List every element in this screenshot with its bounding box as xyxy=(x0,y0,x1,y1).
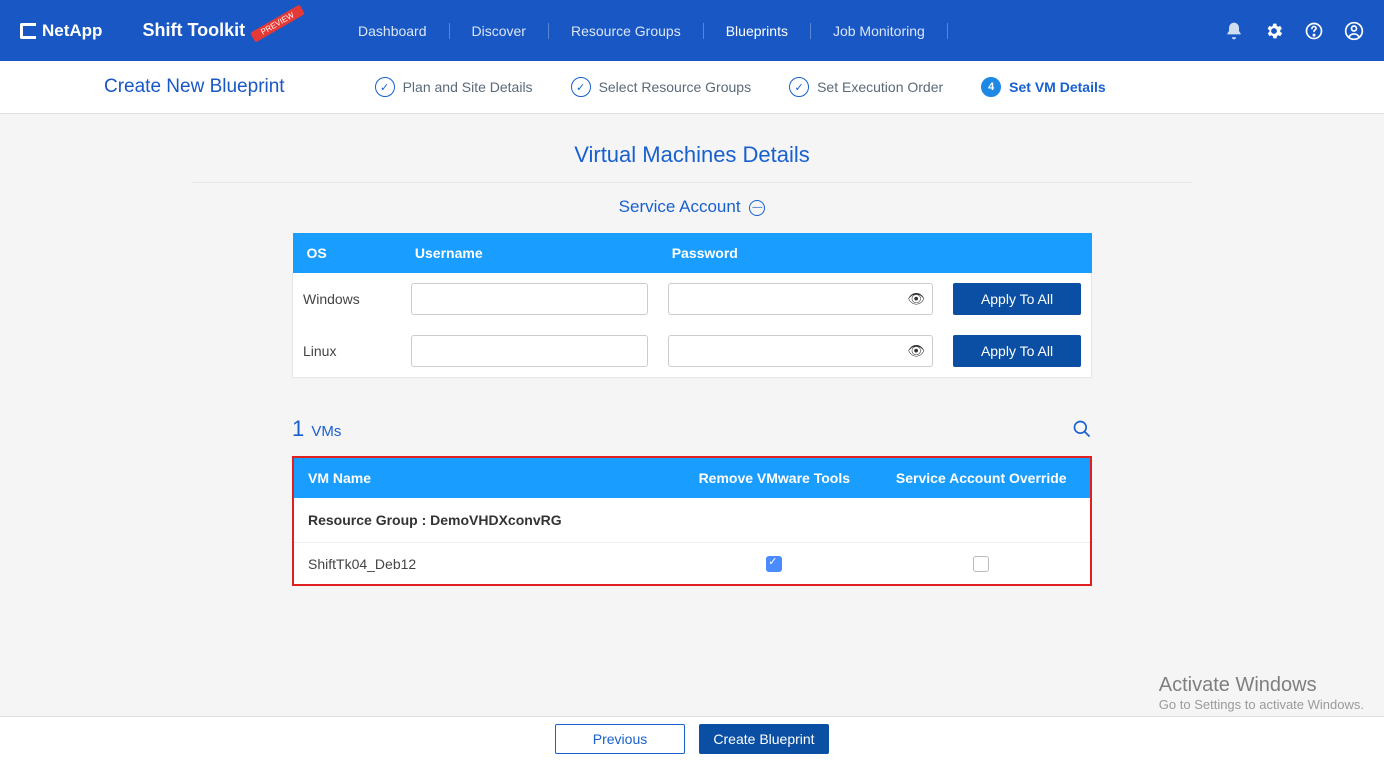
top-bar: NetApp Shift Toolkit PREVIEW Dashboard D… xyxy=(0,0,1384,61)
main-content: Virtual Machines Details Service Account… xyxy=(292,114,1092,606)
topbar-actions xyxy=(1224,21,1364,41)
apply-all-linux-button[interactable]: Apply To All xyxy=(953,335,1081,367)
resource-group-row: Resource Group : DemoVHDXconvRG xyxy=(294,498,1090,543)
page-title: Create New Blueprint xyxy=(104,76,285,98)
col-override: Service Account Override xyxy=(873,458,1090,498)
preview-badge: PREVIEW xyxy=(250,5,305,43)
step-label: Plan and Site Details xyxy=(403,79,533,95)
vm-table: VM Name Remove VMware Tools Service Acco… xyxy=(294,458,1090,584)
step-execution-order[interactable]: ✓ Set Execution Order xyxy=(789,77,943,97)
netapp-logo-icon xyxy=(20,23,36,39)
service-row-windows: Windows 👁 Apply To All xyxy=(293,273,1092,325)
wizard-footer: Previous Create Blueprint xyxy=(0,716,1384,760)
vm-count-row: 1 VMs xyxy=(292,416,1092,442)
section-title: Virtual Machines Details xyxy=(292,142,1092,168)
nav-dashboard[interactable]: Dashboard xyxy=(336,23,450,39)
user-icon[interactable] xyxy=(1344,21,1364,41)
help-icon[interactable] xyxy=(1304,21,1324,41)
subsection-label: Service Account xyxy=(619,197,741,216)
watermark-subtitle: Go to Settings to activate Windows. xyxy=(1159,697,1364,712)
os-label: Windows xyxy=(293,273,401,325)
linux-username-input[interactable] xyxy=(411,335,648,367)
col-vm-name: VM Name xyxy=(294,458,676,498)
check-icon: ✓ xyxy=(375,77,395,97)
brand-logo: NetApp xyxy=(20,21,102,41)
os-label: Linux xyxy=(293,325,401,378)
check-icon: ✓ xyxy=(789,77,809,97)
service-account-table: OS Username Password Windows 👁 Apply To … xyxy=(292,233,1092,378)
wizard-stepper: ✓ Plan and Site Details ✓ Select Resourc… xyxy=(375,77,1106,97)
nav-discover[interactable]: Discover xyxy=(450,23,549,39)
linux-password-input[interactable] xyxy=(668,335,933,367)
bell-icon[interactable] xyxy=(1224,21,1244,41)
windows-activation-watermark: Activate Windows Go to Settings to activ… xyxy=(1159,674,1364,712)
nav-blueprints[interactable]: Blueprints xyxy=(704,23,811,39)
service-account-header[interactable]: Service Account — xyxy=(292,197,1092,217)
collapse-icon[interactable]: — xyxy=(749,200,765,216)
step-plan-details[interactable]: ✓ Plan and Site Details xyxy=(375,77,533,97)
col-username: Username xyxy=(401,233,658,273)
vm-table-highlight: VM Name Remove VMware Tools Service Acco… xyxy=(292,456,1092,586)
step-label: Select Resource Groups xyxy=(599,79,752,95)
step-label: Set VM Details xyxy=(1009,79,1105,95)
service-row-linux: Linux 👁 Apply To All xyxy=(293,325,1092,378)
eye-icon[interactable]: 👁 xyxy=(907,291,925,308)
main-nav: Dashboard Discover Resource Groups Bluep… xyxy=(336,23,948,39)
vm-count: 1 VMs xyxy=(292,416,341,442)
eye-icon[interactable]: 👁 xyxy=(907,343,925,360)
step-number-icon: 4 xyxy=(981,77,1001,97)
step-label: Set Execution Order xyxy=(817,79,943,95)
windows-username-input[interactable] xyxy=(411,283,648,315)
remove-vmware-tools-checkbox[interactable] xyxy=(766,556,782,572)
step-vm-details[interactable]: 4 Set VM Details xyxy=(981,77,1105,97)
app-title: Shift Toolkit xyxy=(142,20,245,41)
watermark-title: Activate Windows xyxy=(1159,674,1364,697)
nav-resource-groups[interactable]: Resource Groups xyxy=(549,23,704,39)
check-icon: ✓ xyxy=(571,77,591,97)
gear-icon[interactable] xyxy=(1264,21,1284,41)
apply-all-windows-button[interactable]: Apply To All xyxy=(953,283,1081,315)
search-icon[interactable] xyxy=(1072,419,1092,439)
col-password: Password xyxy=(658,233,943,273)
col-action xyxy=(943,233,1092,273)
col-remove-tools: Remove VMware Tools xyxy=(676,458,872,498)
create-blueprint-button[interactable]: Create Blueprint xyxy=(699,724,829,754)
vm-count-label: VMs xyxy=(311,423,341,440)
divider xyxy=(192,182,1192,183)
vm-row: ShiftTk04_Deb12 xyxy=(294,543,1090,585)
nav-job-monitoring[interactable]: Job Monitoring xyxy=(811,23,948,39)
service-account-override-checkbox[interactable] xyxy=(973,556,989,572)
previous-button[interactable]: Previous xyxy=(555,724,685,754)
windows-password-input[interactable] xyxy=(668,283,933,315)
vm-name-cell: ShiftTk04_Deb12 xyxy=(294,543,676,585)
step-select-resource-groups[interactable]: ✓ Select Resource Groups xyxy=(571,77,752,97)
subheader: Create New Blueprint ✓ Plan and Site Det… xyxy=(0,61,1384,114)
brand-name: NetApp xyxy=(42,21,102,41)
resource-group-label: Resource Group : DemoVHDXconvRG xyxy=(294,498,1090,543)
vm-count-number: 1 xyxy=(292,416,304,441)
col-os: OS xyxy=(293,233,401,273)
